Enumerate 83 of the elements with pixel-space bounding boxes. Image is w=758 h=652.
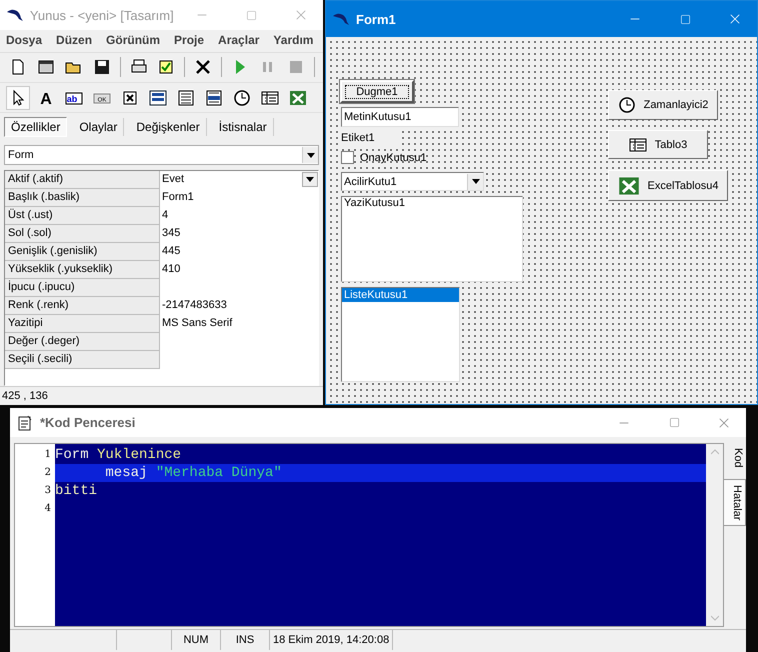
- window-title: Form1: [356, 12, 397, 26]
- property-value[interactable]: Evet: [162, 170, 184, 188]
- window-title: *Kod Penceresi: [40, 415, 136, 430]
- line-number: 1: [44, 448, 52, 462]
- component-button[interactable]: Zamanlayici2: [608, 90, 718, 120]
- code-token: bitti: [55, 483, 98, 499]
- property-value[interactable]: 445: [162, 242, 180, 260]
- property-value[interactable]: MS Sans Serif: [162, 314, 232, 332]
- window-title: Yunus - <yeni> [Tasarım]: [30, 8, 174, 22]
- property-value[interactable]: 4: [162, 206, 168, 224]
- property-name: Aktif (.aktif): [5, 170, 160, 189]
- line-number: 2: [44, 466, 52, 480]
- combo-box[interactable]: AcilirKutu1: [341, 172, 484, 191]
- component-button[interactable]: Tablo3: [608, 130, 708, 159]
- tool-button[interactable]: [6, 86, 30, 110]
- text-field[interactable]: MetinKutusu1: [341, 107, 459, 127]
- combobox-icon: [149, 88, 167, 107]
- status-text: 18 Ekim 2019, 14:20:08: [270, 630, 394, 650]
- menu-item[interactable]: Düzen: [56, 33, 92, 49]
- memo-icon: [177, 88, 195, 107]
- status-text: 425 , 136: [2, 390, 48, 402]
- side-tab[interactable]: Hatalar: [724, 478, 746, 526]
- status-text: NUM: [172, 630, 221, 650]
- clock-icon: [233, 88, 251, 107]
- property-value[interactable]: -2147483633: [162, 296, 227, 314]
- form-checkbox[interactable]: OnayKutusu1: [341, 150, 461, 165]
- delete-icon[interactable]: [194, 58, 212, 76]
- property-name: Seçili (.secili): [5, 350, 160, 369]
- dolphin-icon: [332, 11, 350, 27]
- tab[interactable]: Değişkenler: [130, 118, 207, 136]
- component-button[interactable]: ExcelTablosu4: [608, 170, 728, 201]
- spreadsheet-icon: [618, 174, 640, 196]
- checkbox-icon: [121, 88, 139, 107]
- code-token: Yuklenince: [96, 447, 182, 463]
- property-name: Yazitipi: [5, 314, 160, 333]
- menu-item[interactable]: Dosya: [6, 33, 42, 49]
- clock-icon: [618, 96, 636, 114]
- dropdown-button[interactable]: [302, 172, 318, 187]
- menu-item[interactable]: Görünüm: [106, 33, 160, 49]
- code-token: mesaj: [104, 465, 148, 481]
- property-name: Yükseklik (.yukseklik): [5, 260, 160, 279]
- list-box[interactable]: ListeKutusu1: [341, 287, 460, 382]
- status-text: INS: [221, 630, 270, 650]
- menu-item[interactable]: Araçlar: [218, 33, 260, 49]
- listbox-icon: [205, 88, 223, 107]
- notepad-icon: [16, 414, 34, 432]
- property-value[interactable]: 410: [162, 260, 180, 278]
- tab[interactable]: İstisnalar: [212, 118, 274, 136]
- code-token: Form: [55, 447, 89, 463]
- line-number: 3: [44, 484, 52, 498]
- property-value[interactable]: 345: [162, 224, 180, 242]
- maximize-icon[interactable]: [668, 417, 680, 428]
- property-name: Sol (.sol): [5, 224, 160, 243]
- list-item[interactable]: ListeKutusu1: [342, 288, 459, 302]
- code-token: "Merhaba Dünya": [154, 465, 282, 481]
- property-name: Genişlik (.genislik): [5, 242, 160, 261]
- code-editor[interactable]: Form Yuklenince mesaj "Merhaba Dünya" bitti: [55, 444, 706, 626]
- caret-icon: [306, 152, 314, 158]
- object-select[interactable]: Form: [4, 145, 319, 165]
- line-number: 4: [44, 502, 52, 516]
- side-tab[interactable]: Kod: [724, 443, 746, 473]
- checklist-icon[interactable]: [157, 58, 176, 76]
- spreadsheet-icon: [289, 88, 307, 107]
- property-name: Başlık (.baslik): [5, 188, 160, 207]
- dolphin-icon: [6, 7, 24, 23]
- tab[interactable]: Olaylar: [73, 118, 124, 136]
- memo-field[interactable]: YaziKutusu1: [341, 196, 523, 282]
- menu-item[interactable]: Proje: [174, 33, 204, 49]
- property-value[interactable]: Form1: [162, 188, 194, 206]
- caret-icon: [306, 176, 314, 182]
- form-label: Etiket1: [341, 130, 401, 145]
- save-icon[interactable]: [92, 58, 111, 76]
- table-icon: [261, 88, 279, 107]
- property-name: İpucu (.ipucu): [5, 278, 160, 297]
- property-name: Renk (.renk): [5, 296, 160, 315]
- caret-icon: [472, 179, 480, 184]
- window-icon[interactable]: [36, 58, 55, 76]
- form-button[interactable]: Dugme1: [340, 80, 414, 103]
- property-name: Üst (.ust): [5, 206, 160, 225]
- tab[interactable]: Özellikler: [4, 117, 68, 138]
- table-icon: [628, 136, 647, 154]
- menu-item[interactable]: Yardım: [273, 33, 314, 49]
- property-name: Değer (.deger): [5, 332, 160, 351]
